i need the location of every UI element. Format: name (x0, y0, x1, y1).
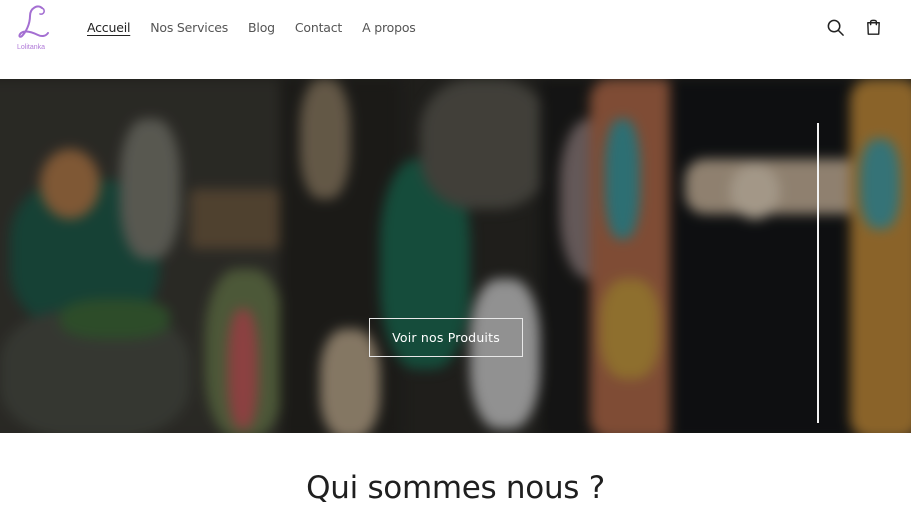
header-actions (825, 17, 883, 37)
main-nav: Accueil Nos Services Blog Contact A prop… (87, 20, 436, 35)
brand-logo[interactable]: Lolitanka (12, 2, 56, 58)
site-header: Lolitanka Accueil Nos Services Blog Cont… (0, 0, 911, 79)
hero-overlay (0, 79, 911, 433)
nav-item-services[interactable]: Nos Services (150, 20, 228, 35)
view-products-button[interactable]: Voir nos Produits (369, 318, 523, 357)
nav-item-contact[interactable]: Contact (295, 20, 342, 35)
cart-icon[interactable] (863, 17, 883, 37)
nav-item-accueil[interactable]: Accueil (87, 20, 130, 35)
hero-divider-line (817, 123, 819, 423)
logo-mark-icon (18, 5, 49, 38)
search-icon[interactable] (825, 17, 845, 37)
nav-item-a-propos[interactable]: A propos (362, 20, 416, 35)
nav-item-blog[interactable]: Blog (248, 20, 275, 35)
hero-banner: Voir nos Produits (0, 79, 911, 433)
logo-text: Lolitanka (17, 44, 46, 51)
about-section-title: Qui sommes nous ? (306, 470, 605, 506)
